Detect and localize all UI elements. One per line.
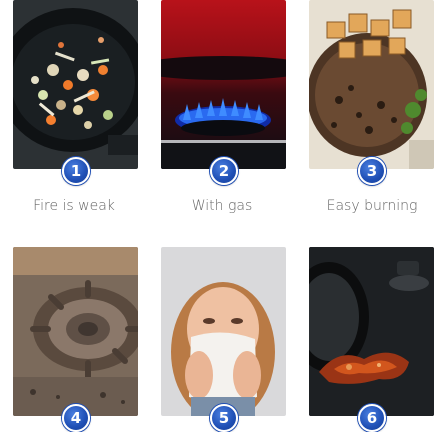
caption-with-gas: With gas [191,198,253,214]
caption-easy-burning: Easy burning [326,198,418,214]
gas-burner-image [161,0,286,169]
stovetop-stain-image [309,247,434,416]
rusty-stove-image [13,247,138,416]
step-number-badge: 2 [210,157,238,185]
step-number-badge: 1 [62,157,90,185]
caption-fire-is-weak: Fire is weak [33,198,115,214]
step-number-badge: 3 [358,157,386,185]
burnt-meat-image [309,0,434,169]
woman-covering-nose-image [161,247,286,416]
wok-stir-fry-image [13,0,138,169]
